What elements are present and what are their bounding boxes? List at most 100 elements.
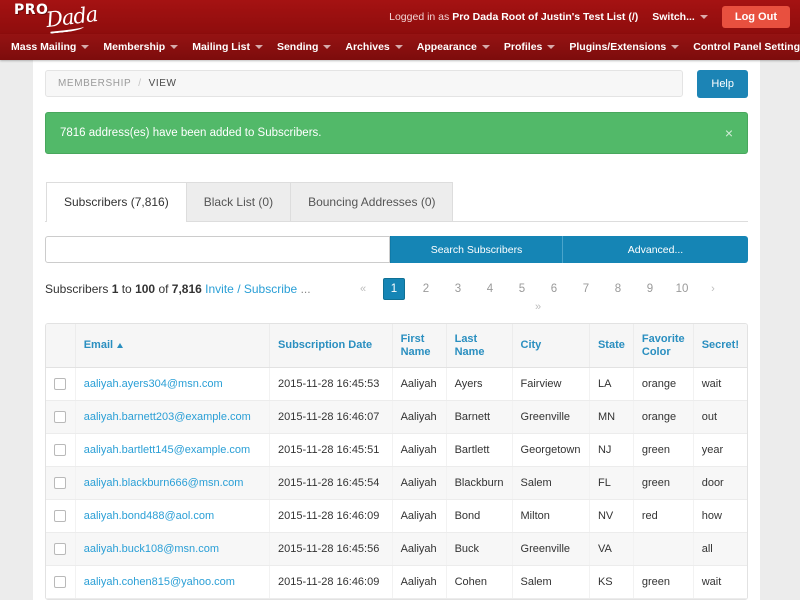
breadcrumb-row: MEMBERSHIP/VIEW Help <box>45 70 748 98</box>
pagination-page-2[interactable]: 2 <box>415 278 437 300</box>
cell-favorite-color: green <box>633 566 693 599</box>
cell-secret: out <box>693 401 747 434</box>
table-row[interactable]: aaliyah.ayers304@msn.com 2015-11-28 16:4… <box>46 368 747 401</box>
summary-ellipsis: ... <box>301 282 311 296</box>
row-checkbox-cell <box>46 533 75 566</box>
table-row[interactable]: aaliyah.blackburn666@msn.com 2015-11-28 … <box>46 467 747 500</box>
cell-subscription-date: 2015-11-28 16:46:09 <box>270 500 393 533</box>
nav-item-mass-mailing[interactable]: Mass Mailing <box>4 37 96 57</box>
cell-first-name: Aaliyah <box>392 566 446 599</box>
cell-state: MN <box>589 401 633 434</box>
column-secret[interactable]: Secret! <box>693 324 747 368</box>
row-checkbox[interactable] <box>54 411 66 423</box>
cell-secret: year <box>693 434 747 467</box>
search-input[interactable] <box>45 236 390 263</box>
nav-item-sending[interactable]: Sending <box>270 37 338 57</box>
breadcrumb-root[interactable]: MEMBERSHIP <box>58 78 131 89</box>
alert-message: 7816 address(es) have been added to Subs… <box>60 127 725 139</box>
row-checkbox[interactable] <box>54 378 66 390</box>
nav-label: Control Panel Settings <box>693 41 800 53</box>
chevron-down-icon <box>170 45 178 49</box>
nav-label: Mass Mailing <box>11 41 76 53</box>
nav-label: Mailing List <box>192 41 250 53</box>
nav-item-appearance[interactable]: Appearance <box>410 37 497 57</box>
advanced-search-button[interactable]: Advanced... <box>562 236 748 263</box>
chevron-down-icon <box>395 45 403 49</box>
pagination-page-10[interactable]: 10 <box>671 278 693 300</box>
pagination-page-7[interactable]: 7 <box>575 278 597 300</box>
row-checkbox[interactable] <box>54 543 66 555</box>
pagination-page-1[interactable]: 1 <box>383 278 405 300</box>
pagination-next[interactable]: › <box>702 278 724 300</box>
email-link[interactable]: aaliyah.buck108@msn.com <box>84 543 219 555</box>
column-first-name[interactable]: First Name <box>392 324 446 368</box>
column-last-name[interactable]: Last Name <box>446 324 512 368</box>
pagination-last[interactable]: » <box>535 301 541 313</box>
tab-bouncing-addresses[interactable]: Bouncing Addresses (0) <box>290 182 453 221</box>
email-link[interactable]: aaliyah.cohen815@yahoo.com <box>84 576 235 588</box>
logout-button[interactable]: Log Out <box>722 6 790 28</box>
cell-email: aaliyah.blackburn666@msn.com <box>75 467 269 500</box>
nav-item-plugins-extensions[interactable]: Plugins/Extensions <box>562 37 686 57</box>
pagination-page-8[interactable]: 8 <box>607 278 629 300</box>
row-checkbox-cell <box>46 434 75 467</box>
search-subscribers-button[interactable]: Search Subscribers <box>390 236 562 263</box>
cell-city: Fairview <box>512 368 589 401</box>
row-checkbox[interactable] <box>54 444 66 456</box>
chevron-down-icon <box>323 45 331 49</box>
cell-email: aaliyah.ayers304@msn.com <box>75 368 269 401</box>
nav-item-profiles[interactable]: Profiles <box>497 37 563 57</box>
cell-state: KS <box>589 566 633 599</box>
pagination-page-5[interactable]: 5 <box>511 278 533 300</box>
app-logo[interactable]: PRO Dada <box>10 0 102 34</box>
column-favorite-color[interactable]: Favorite Color <box>633 324 693 368</box>
column-subscription-date[interactable]: Subscription Date <box>270 324 393 368</box>
pagination-page-3[interactable]: 3 <box>447 278 469 300</box>
email-link[interactable]: aaliyah.ayers304@msn.com <box>84 378 223 390</box>
row-checkbox-cell <box>46 467 75 500</box>
cell-state: VA <box>589 533 633 566</box>
cell-city: Milton <box>512 500 589 533</box>
table-row[interactable]: aaliyah.bond488@aol.com 2015-11-28 16:46… <box>46 500 747 533</box>
pagination-prev[interactable]: « <box>352 278 374 300</box>
email-link[interactable]: aaliyah.bartlett145@example.com <box>84 444 250 456</box>
row-checkbox[interactable] <box>54 510 66 522</box>
email-link[interactable]: aaliyah.barnett203@example.com <box>84 411 251 423</box>
switch-list-dropdown[interactable]: Switch... <box>652 11 708 23</box>
logo-pro-text: PRO <box>14 2 48 18</box>
column-email[interactable]: Email <box>75 324 269 368</box>
summary-mid: to <box>118 282 135 296</box>
pagination-page-9[interactable]: 9 <box>639 278 661 300</box>
close-icon[interactable]: × <box>725 126 733 140</box>
help-button[interactable]: Help <box>697 70 748 98</box>
tab-bar: Subscribers (7,816) Black List (0) Bounc… <box>45 182 748 222</box>
top-bar-right: Logged in as Pro Dada Root of Justin's T… <box>389 6 800 28</box>
row-checkbox-cell <box>46 401 75 434</box>
nav-item-archives[interactable]: Archives <box>338 37 409 57</box>
table-row[interactable]: aaliyah.buck108@msn.com 2015-11-28 16:45… <box>46 533 747 566</box>
switch-label: Switch... <box>652 11 695 23</box>
cell-last-name: Ayers <box>446 368 512 401</box>
nav-item-control-panel-settings[interactable]: Control Panel Settings <box>686 37 800 57</box>
column-state[interactable]: State <box>589 324 633 368</box>
table-row[interactable]: aaliyah.cohen815@yahoo.com 2015-11-28 16… <box>46 566 747 599</box>
pagination-page-4[interactable]: 4 <box>479 278 501 300</box>
summary-prefix: Subscribers <box>45 282 112 296</box>
pagination-page-6[interactable]: 6 <box>543 278 565 300</box>
top-bar: PRO Dada Logged in as Pro Dada Root of J… <box>0 0 800 34</box>
column-city[interactable]: City <box>512 324 589 368</box>
tab-black-list[interactable]: Black List (0) <box>186 182 291 221</box>
invite-subscribe-link[interactable]: Invite / Subscribe <box>205 282 297 296</box>
row-checkbox[interactable] <box>54 576 66 588</box>
email-link[interactable]: aaliyah.bond488@aol.com <box>84 510 214 522</box>
logged-in-status: Logged in as Pro Dada Root of Justin's T… <box>389 11 638 23</box>
nav-item-mailing-list[interactable]: Mailing List <box>185 37 270 57</box>
nav-item-membership[interactable]: Membership <box>96 37 185 57</box>
cell-first-name: Aaliyah <box>392 467 446 500</box>
tab-subscribers[interactable]: Subscribers (7,816) <box>46 182 187 221</box>
table-row[interactable]: aaliyah.bartlett145@example.com 2015-11-… <box>46 434 747 467</box>
email-link[interactable]: aaliyah.blackburn666@msn.com <box>84 477 244 489</box>
table-row[interactable]: aaliyah.barnett203@example.com 2015-11-2… <box>46 401 747 434</box>
row-checkbox[interactable] <box>54 477 66 489</box>
cell-secret: wait <box>693 566 747 599</box>
